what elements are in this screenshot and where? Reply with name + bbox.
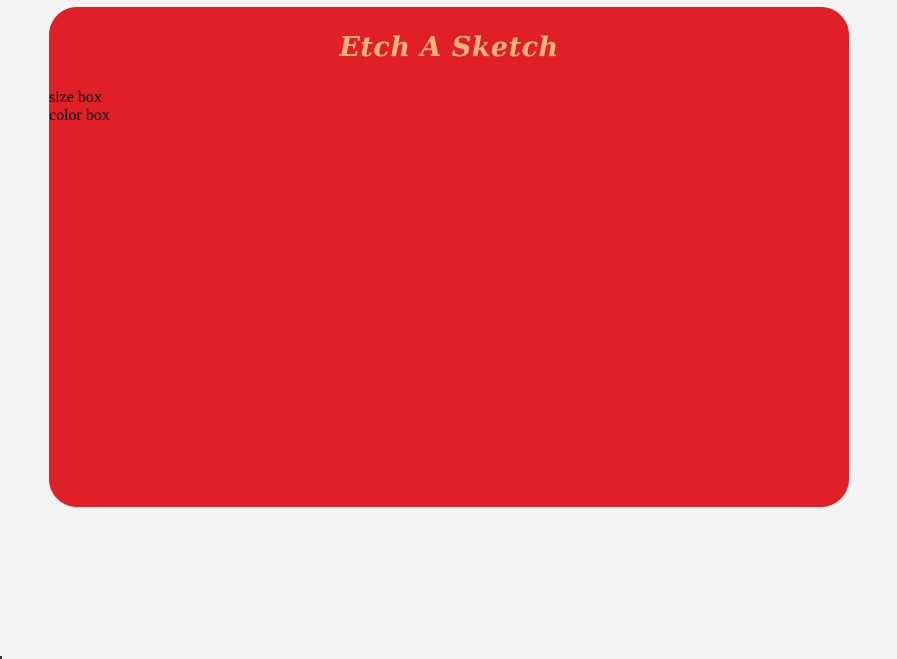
controls-panel: size box color box bbox=[49, 89, 110, 125]
page-title: Etch A Sketch bbox=[339, 32, 559, 63]
size-box[interactable]: size box bbox=[49, 89, 110, 107]
color-box[interactable]: color box bbox=[49, 107, 110, 125]
etch-a-sketch-frame: Etch A Sketch size box color box bbox=[49, 7, 849, 507]
